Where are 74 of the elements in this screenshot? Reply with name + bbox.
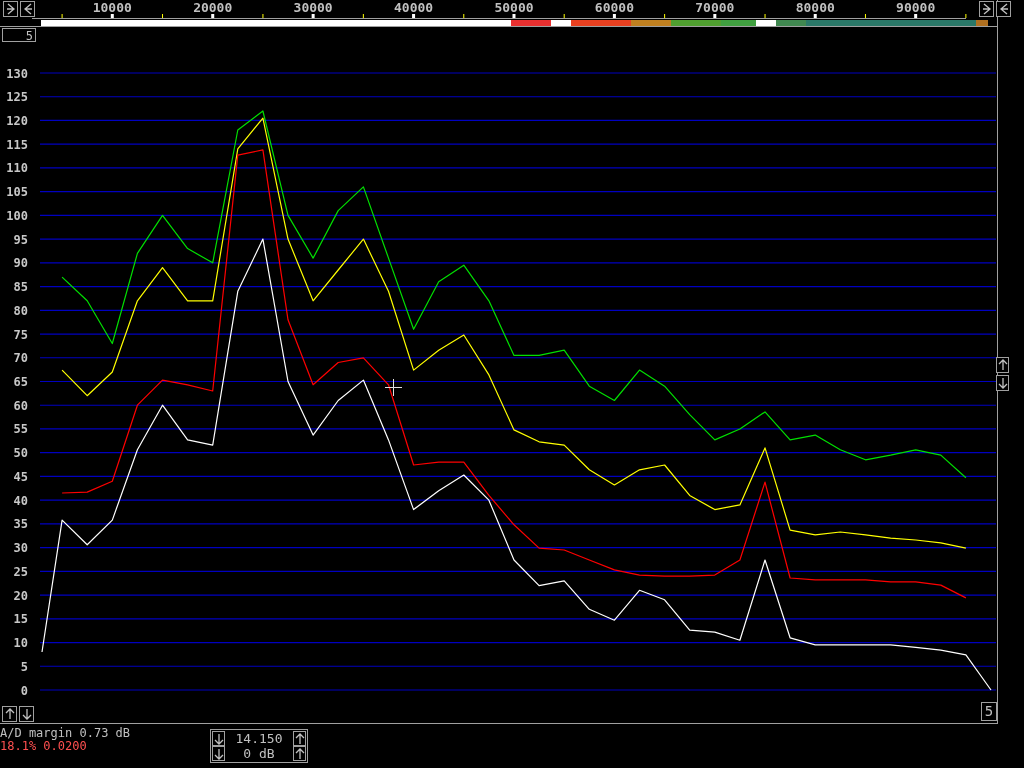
axis-label: 60000 bbox=[594, 0, 634, 15]
axis-label: 20000 bbox=[193, 0, 233, 15]
axis-label: 80 bbox=[13, 303, 28, 318]
axis-label: 75 bbox=[13, 327, 28, 342]
increase-button[interactable] bbox=[293, 731, 306, 746]
tick-mark bbox=[813, 14, 817, 18]
axis-label: 70000 bbox=[695, 0, 735, 15]
axis-label: 110 bbox=[6, 161, 28, 176]
axis-label: 20 bbox=[13, 588, 28, 603]
scroll-left-button[interactable] bbox=[20, 1, 35, 17]
axis-label: 40000 bbox=[394, 0, 434, 15]
scroll-down-button[interactable] bbox=[19, 706, 34, 722]
increase-button[interactable] bbox=[293, 746, 306, 761]
ad-margin-text: A/D margin 0.73 dB bbox=[0, 727, 132, 740]
scale-box: 5 bbox=[2, 28, 36, 42]
scroll-up-button[interactable] bbox=[996, 357, 1009, 373]
scroll-right-button[interactable] bbox=[979, 1, 994, 17]
scroll-down-button[interactable] bbox=[996, 375, 1009, 391]
tick-mark bbox=[563, 14, 565, 18]
axis-label: 30 bbox=[13, 541, 28, 556]
scale-box: 5 bbox=[981, 702, 997, 721]
axis-label: 90 bbox=[13, 256, 28, 271]
tick-mark bbox=[512, 14, 516, 18]
scroll-up-button[interactable] bbox=[2, 706, 17, 722]
axis-label: 70 bbox=[13, 351, 28, 366]
axis-label: 125 bbox=[6, 90, 28, 105]
decrease-button[interactable] bbox=[212, 731, 225, 746]
axis-label: 65 bbox=[13, 375, 28, 389]
tick-mark bbox=[914, 14, 918, 18]
decrease-button[interactable] bbox=[212, 746, 225, 761]
crosshair-cursor bbox=[384, 378, 403, 397]
axis-label: 105 bbox=[6, 185, 28, 200]
axis-label: 40 bbox=[13, 493, 28, 508]
axis-label: 50 bbox=[13, 446, 28, 461]
axis-label: 50000 bbox=[494, 0, 534, 15]
tick-mark bbox=[965, 14, 967, 18]
tick-mark bbox=[110, 14, 114, 18]
axis-label: 60 bbox=[13, 398, 28, 413]
tick-mark bbox=[463, 14, 465, 18]
tick-mark bbox=[412, 14, 416, 18]
axis-label: 10 bbox=[13, 636, 28, 651]
tick-mark bbox=[311, 14, 315, 18]
tick-mark bbox=[764, 14, 766, 18]
scroll-left-button[interactable] bbox=[996, 1, 1011, 17]
tick-mark bbox=[362, 14, 364, 18]
tick-mark bbox=[162, 14, 163, 18]
tick-mark bbox=[61, 14, 63, 18]
axis-label: 100 bbox=[6, 208, 28, 223]
tick-mark bbox=[262, 14, 264, 18]
axis-label: 15 bbox=[13, 612, 28, 627]
tick-mark bbox=[612, 14, 616, 18]
value-readout: 14.150 bbox=[234, 731, 284, 746]
axis-label: 0 bbox=[20, 683, 28, 698]
level-readout: 18.1% 0.0200 bbox=[0, 740, 88, 753]
axis-label: 55 bbox=[13, 422, 28, 437]
axis-label: 35 bbox=[13, 517, 28, 532]
tick-mark bbox=[211, 14, 215, 18]
tick-mark bbox=[864, 14, 866, 18]
scroll-right-button[interactable] bbox=[3, 1, 18, 17]
axis-label: 25 bbox=[13, 564, 28, 579]
tick-mark bbox=[713, 14, 717, 18]
axis-label: 80000 bbox=[795, 0, 835, 15]
axis-label: 90000 bbox=[896, 0, 936, 15]
axis-label: 85 bbox=[13, 280, 28, 295]
axis-label: 5 bbox=[20, 659, 28, 674]
axis-label: 10000 bbox=[92, 0, 132, 15]
axis-label: 30000 bbox=[293, 0, 333, 15]
value-readout: 0 dB bbox=[242, 746, 276, 761]
axis-label: 45 bbox=[13, 469, 28, 484]
axis-label: 120 bbox=[6, 113, 28, 128]
axis-label: 130 bbox=[6, 66, 28, 81]
tick-mark bbox=[664, 14, 666, 18]
axis-label: 95 bbox=[13, 232, 28, 247]
axis-label: 115 bbox=[6, 137, 28, 152]
